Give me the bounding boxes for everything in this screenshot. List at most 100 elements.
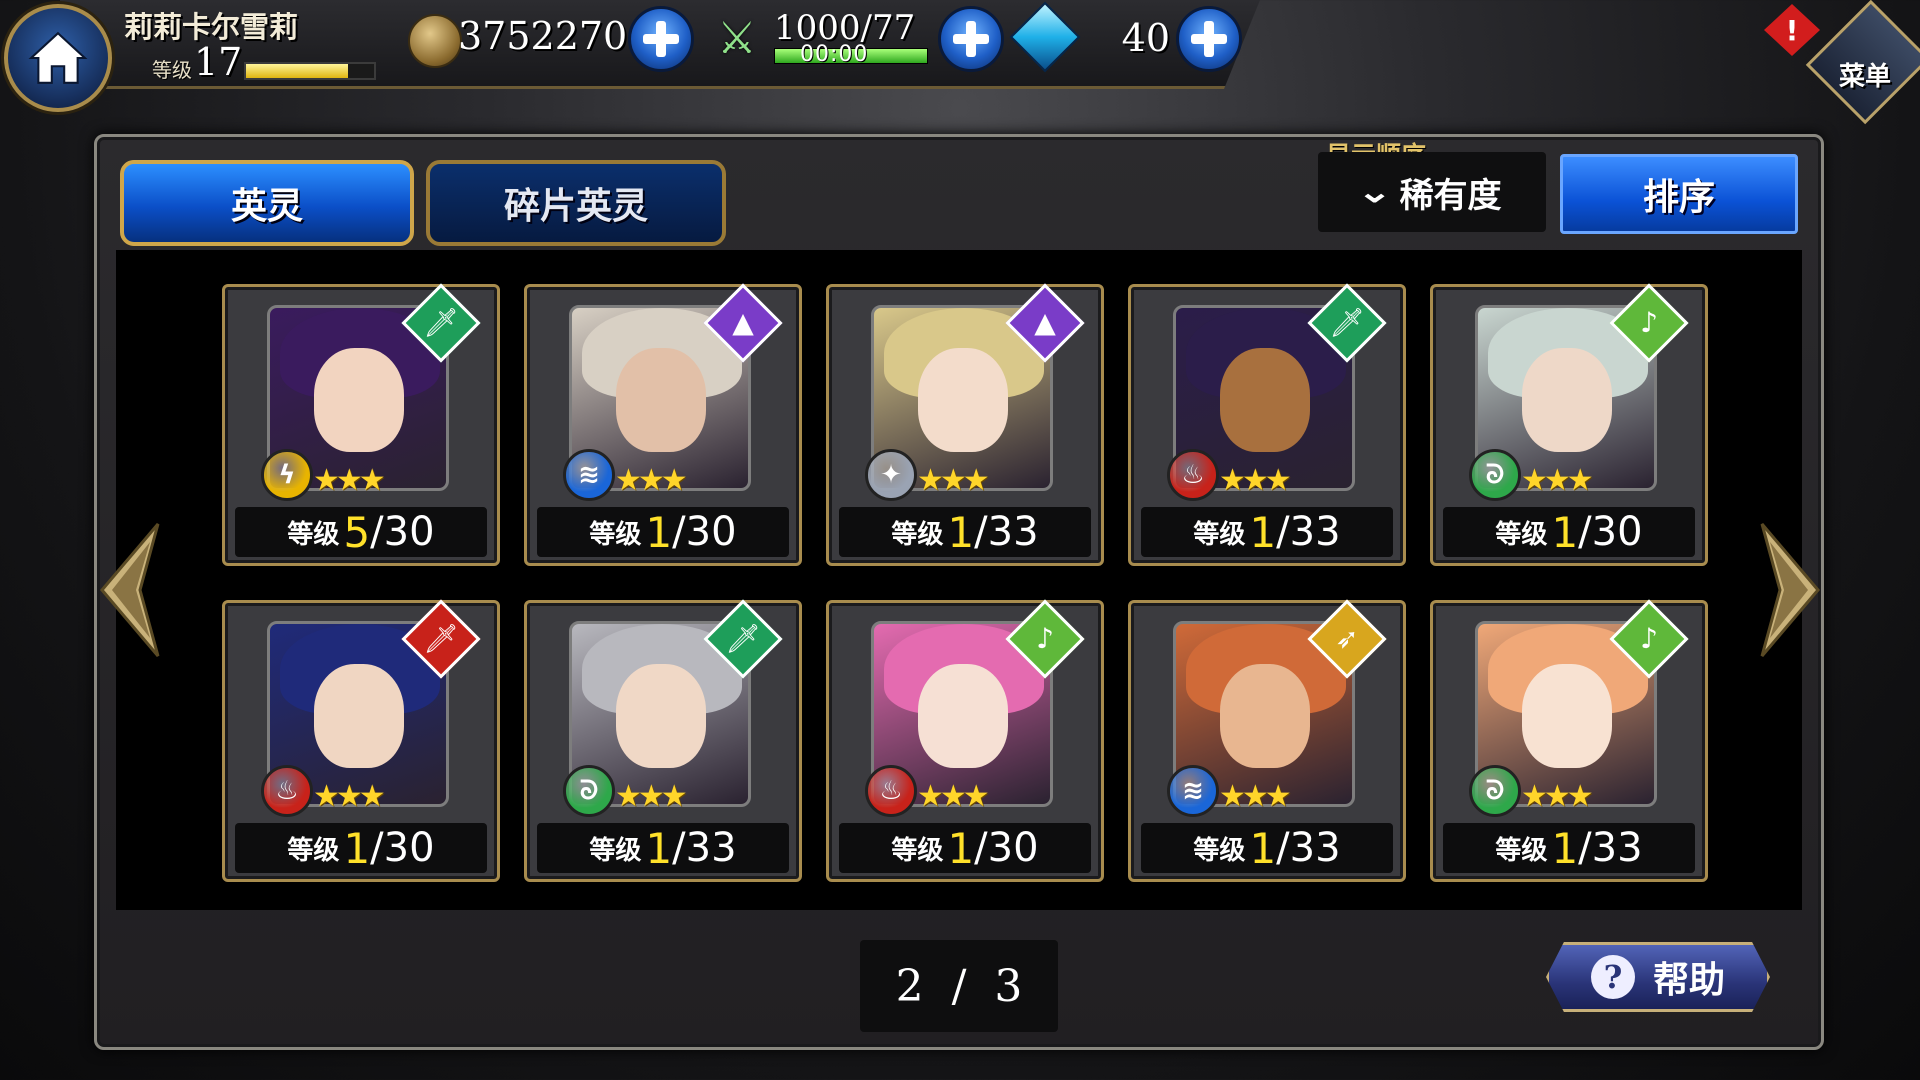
hero-card[interactable]: 🗡 ♨ ★★★ 等级 1/30 [222,599,500,882]
home-icon [28,31,88,84]
sword-icon: 🗡 [423,622,459,655]
menu-button[interactable]: 菜单 [1805,0,1920,125]
hero-level-current: 1 [645,507,673,557]
rarity-stars: ★★★ [313,779,386,814]
hero-level: 等级 1/33 [839,507,1091,557]
add-gold-button[interactable] [628,6,694,72]
hero-level-separator: / [1276,825,1290,871]
element-earth-icon: ᘐ [1469,449,1521,501]
tab-heroes[interactable]: 英灵 [120,160,414,246]
hero-face [616,664,706,768]
hero-level-current: 1 [343,823,371,873]
hero-level-current: 1 [1249,823,1277,873]
hero-level-label: 等级 [1495,519,1548,550]
hero-card[interactable]: ▲ ✦ ★★★ 等级 1/33 [826,283,1104,566]
hero-card[interactable]: 🗡 ᘐ ★★★ 等级 1/33 [524,599,802,882]
bow-icon: ➶ [1335,622,1359,655]
hero-face [918,664,1008,768]
element-fire-icon: ♨ [1167,449,1219,501]
hero-level: 等级 1/30 [235,823,487,873]
lute-icon: ♪ [1036,622,1054,655]
hero-level-current: 1 [1249,507,1277,557]
sword-icon: 🗡 [1329,306,1365,339]
hero-level-label: 等级 [1495,835,1548,866]
hero-level: 等级 1/33 [1443,823,1695,873]
rarity-stars: ★★★ [1219,779,1292,814]
next-page-arrow-icon[interactable] [1758,520,1824,660]
sort-order-dropdown[interactable]: ⌄ 稀有度 [1318,152,1546,232]
hero-level-max: 30 [685,509,737,555]
element-wind-icon: ✦ [865,449,917,501]
hero-level-label: 等级 [589,835,642,866]
hero-level-separator: / [1578,825,1592,871]
hero-level-separator: / [1276,509,1290,555]
hero-card[interactable]: ♪ ♨ ★★★ 等级 1/30 [826,599,1104,882]
hero-level-max: 33 [1289,825,1341,871]
hero-card[interactable]: ♪ ᘐ ★★★ 等级 1/30 [1430,283,1708,566]
hero-face [616,348,706,452]
chevron-down-icon: ⌄ [1357,174,1393,210]
hero-card[interactable]: 🗡 ♨ ★★★ 等级 1/33 [1128,283,1406,566]
help-button[interactable]: ? 帮助 [1546,942,1770,1012]
hero-card[interactable]: ▲ ≋ ★★★ 等级 1/30 [524,283,802,566]
hero-level-max: 33 [987,509,1039,555]
hero-level-current: 1 [1551,823,1579,873]
hero-level-max: 33 [1591,825,1643,871]
hero-level: 等级 1/33 [537,823,789,873]
help-label: 帮助 [1652,959,1725,1001]
add-gem-button[interactable] [1176,6,1242,72]
hero-level-separator: / [672,825,686,871]
hero-face [314,348,404,452]
lute-icon: ♪ [1640,622,1658,655]
hero-level-max: 30 [383,509,435,555]
lute-icon: ♪ [1640,306,1658,339]
wizard-hat-icon: ▲ [732,306,754,339]
hero-level-current: 1 [947,507,975,557]
hero-level-label: 等级 [287,835,340,866]
hero-face [1522,664,1612,768]
question-icon: ? [1590,955,1635,999]
tab-hero-fragments[interactable]: 碎片英灵 [426,160,726,246]
hero-level-max: 30 [1591,509,1643,555]
element-fire-icon: ♨ [261,765,313,817]
hero-level-current: 5 [343,507,371,557]
sword-icon: 🗡 [725,622,761,655]
hero-level-current: 1 [947,823,975,873]
hero-level-max: 30 [383,825,435,871]
gold-amount: 3752270 [458,14,628,58]
add-stamina-button[interactable] [938,6,1004,72]
rarity-stars: ★★★ [615,779,688,814]
hero-level-max: 30 [987,825,1039,871]
hero-level-current: 1 [645,823,673,873]
hero-level-separator: / [974,825,988,871]
hero-level: 等级 1/30 [537,507,789,557]
home-button[interactable] [4,4,112,112]
rarity-stars: ★★★ [1521,463,1594,498]
sort-button[interactable]: 排序 [1560,154,1798,234]
hero-level: 等级 1/33 [1141,507,1393,557]
prev-page-arrow-icon[interactable] [96,520,162,660]
hero-face [1522,348,1612,452]
player-level-label: 等级 [152,58,192,82]
hero-face [1220,664,1310,768]
hero-card[interactable]: ♪ ᘐ ★★★ 等级 1/33 [1430,599,1708,882]
wizard-hat-icon: ▲ [1034,306,1056,339]
coin-icon [408,14,462,68]
element-earth-icon: ᘐ [563,765,615,817]
rarity-stars: ★★★ [615,463,688,498]
hero-level-label: 等级 [891,835,944,866]
hero-card[interactable]: ➶ ≋ ★★★ 等级 1/33 [1128,599,1406,882]
element-water-icon: ≋ [1167,765,1219,817]
hero-level-separator: / [370,825,384,871]
rarity-stars: ★★★ [917,463,990,498]
hero-card[interactable]: 🗡 ϟ ★★★ 等级 5/30 [222,283,500,566]
hero-level-max: 33 [685,825,737,871]
hero-level-label: 等级 [287,519,340,550]
player-level: 17 [194,40,243,84]
hero-level-separator: / [672,509,686,555]
hero-face [1220,348,1310,452]
hero-level-label: 等级 [1193,519,1246,550]
hero-face [314,664,404,768]
hero-level-separator: / [1578,509,1592,555]
hero-level: 等级 5/30 [235,507,487,557]
